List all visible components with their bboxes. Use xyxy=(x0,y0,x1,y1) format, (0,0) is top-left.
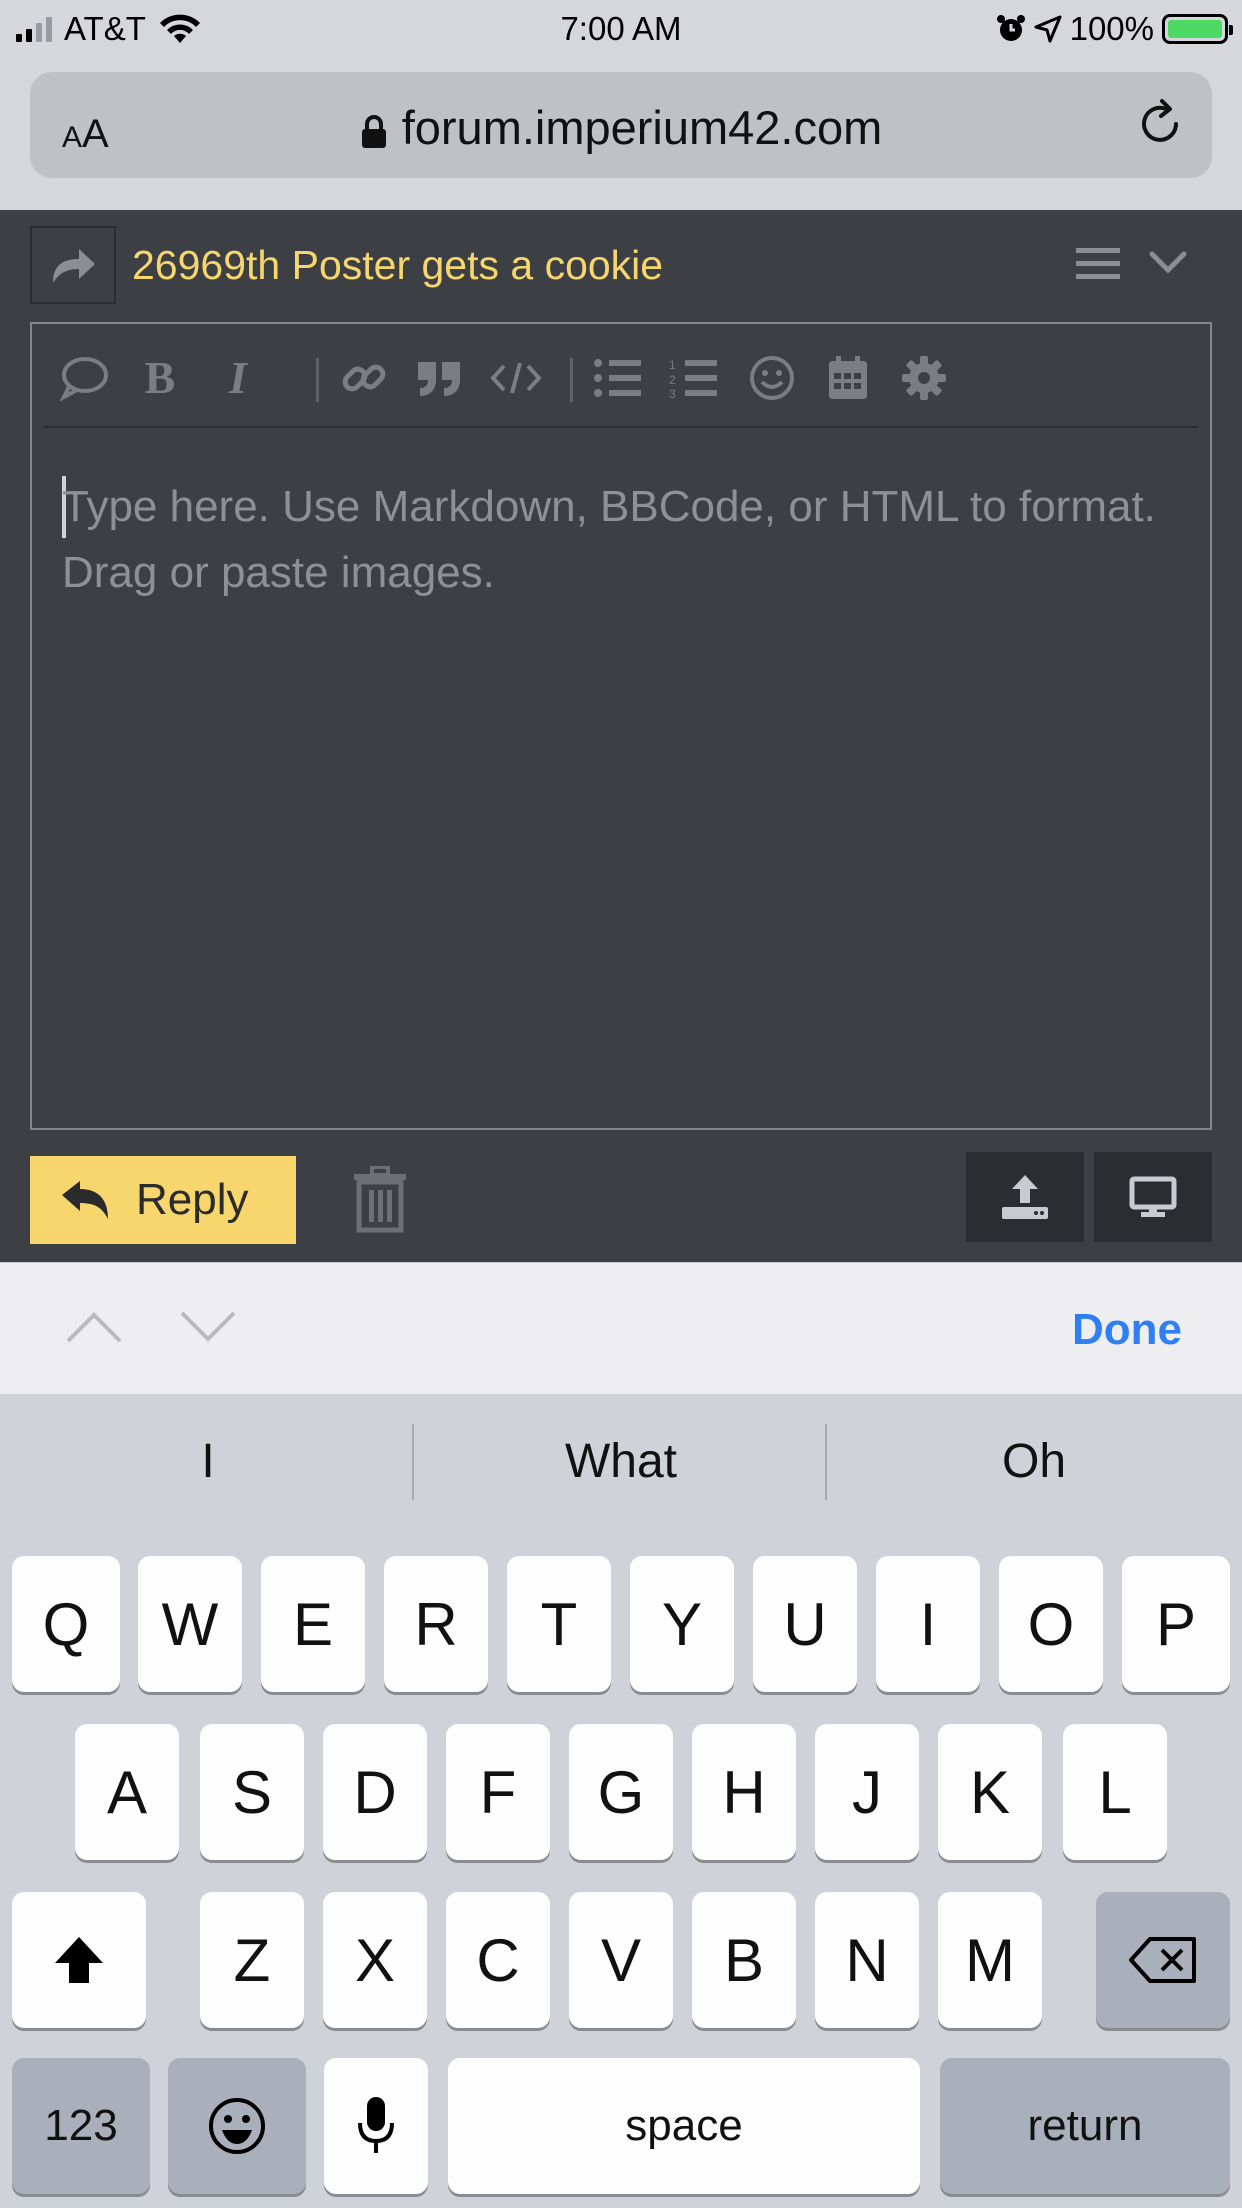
address-bar[interactable]: AA forum.imperium42.com xyxy=(30,72,1212,178)
toolbar-divider xyxy=(316,358,319,402)
suggestion-divider xyxy=(825,1424,827,1500)
editor-toolbar: B I 123 xyxy=(44,324,1198,428)
key[interactable]: O xyxy=(999,1556,1103,1692)
reply-arrow-icon xyxy=(62,1181,108,1219)
share-arrow-icon xyxy=(53,249,95,283)
svg-text:1: 1 xyxy=(669,358,676,372)
code-icon[interactable] xyxy=(490,352,542,404)
reply-button-label: Reply xyxy=(136,1175,249,1224)
url-display[interactable]: forum.imperium42.com xyxy=(30,100,1212,155)
done-button[interactable]: Done xyxy=(1072,1305,1182,1355)
key[interactable]: D xyxy=(323,1724,427,1860)
blockquote-icon[interactable] xyxy=(414,352,466,404)
key[interactable]: Z xyxy=(200,1892,304,2028)
suggestion[interactable]: What xyxy=(421,1434,821,1489)
alarm-icon xyxy=(996,15,1025,41)
key[interactable]: W xyxy=(138,1556,242,1692)
chevron-down-icon[interactable] xyxy=(1148,246,1188,280)
trash-icon[interactable] xyxy=(352,1166,408,1234)
suggestion[interactable]: Oh xyxy=(834,1434,1234,1489)
url-text: forum.imperium42.com xyxy=(401,101,883,154)
chevron-up-icon[interactable] xyxy=(64,1307,124,1347)
numbered-list-icon[interactable]: 123 xyxy=(668,352,720,404)
composer-header: 26969th Poster gets a cookie xyxy=(30,226,1212,306)
quote-bubble-icon[interactable] xyxy=(58,352,110,404)
delete-key[interactable] xyxy=(1096,1892,1230,2028)
desktop-icon xyxy=(1129,1176,1177,1217)
dictation-key[interactable] xyxy=(324,2058,428,2194)
suggestion[interactable]: I xyxy=(8,1434,408,1489)
key[interactable]: A xyxy=(75,1724,179,1860)
key[interactable]: M xyxy=(938,1892,1042,2028)
calendar-icon[interactable] xyxy=(822,352,874,404)
link-icon[interactable] xyxy=(338,352,390,404)
key[interactable]: B xyxy=(692,1892,796,2028)
bullet-list-icon[interactable] xyxy=(592,352,644,404)
key[interactable]: E xyxy=(261,1556,365,1692)
emoji-icon xyxy=(209,2098,265,2154)
key[interactable]: V xyxy=(569,1892,673,2028)
upload-icon xyxy=(1002,1175,1048,1219)
browser-chrome: AA forum.imperium42.com xyxy=(0,60,1242,210)
suggestion-divider xyxy=(412,1424,414,1500)
reply-button[interactable]: Reply xyxy=(30,1156,296,1244)
topic-title[interactable]: 26969th Poster gets a cookie xyxy=(132,242,663,289)
editor-placeholder[interactable]: Type here. Use Markdown, BBCode, or HTML… xyxy=(62,474,1172,606)
shift-icon xyxy=(55,1937,103,1983)
key[interactable]: P xyxy=(1122,1556,1230,1692)
battery-icon xyxy=(1162,14,1233,44)
reload-icon[interactable] xyxy=(1132,96,1188,152)
key[interactable]: F xyxy=(446,1724,550,1860)
toolbar-divider xyxy=(570,358,573,402)
key[interactable]: T xyxy=(507,1556,611,1692)
status-bar: AT&T 7:00 AM 100% xyxy=(0,0,1242,60)
key[interactable]: Y xyxy=(630,1556,734,1692)
key[interactable]: C xyxy=(446,1892,550,2028)
keyboard-accessory-bar: Done xyxy=(0,1262,1242,1394)
predictive-bar: I What Oh xyxy=(0,1394,1242,1534)
emoji-icon[interactable] xyxy=(746,352,798,404)
status-right: 100% xyxy=(996,10,1233,48)
key[interactable]: H xyxy=(692,1724,796,1860)
key[interactable]: J xyxy=(815,1724,919,1860)
key[interactable]: G xyxy=(569,1724,673,1860)
reply-editor[interactable]: B I 123 Type here. Use Markdown, BBCode,… xyxy=(30,322,1212,1130)
emoji-key[interactable] xyxy=(168,2058,306,2194)
gear-icon[interactable] xyxy=(898,352,950,404)
lock-icon xyxy=(361,114,386,148)
battery-percent: 100% xyxy=(1069,10,1154,47)
location-arrow-icon xyxy=(1034,15,1062,43)
key[interactable]: R xyxy=(384,1556,488,1692)
key[interactable]: I xyxy=(876,1556,980,1692)
return-key[interactable]: return xyxy=(940,2058,1230,2194)
italic-icon[interactable]: I xyxy=(212,352,264,404)
space-key[interactable]: space xyxy=(448,2058,920,2194)
key[interactable]: Q xyxy=(12,1556,120,1692)
toggle-preview-button[interactable] xyxy=(1094,1152,1212,1242)
key[interactable]: S xyxy=(200,1724,304,1860)
bold-icon[interactable]: B xyxy=(134,352,186,404)
key[interactable]: K xyxy=(938,1724,1042,1860)
chevron-down-icon[interactable] xyxy=(178,1307,238,1347)
keyboard: I What Oh Q W E R T Y U I O P A S D F G … xyxy=(0,1394,1242,2208)
svg-text:2: 2 xyxy=(669,373,676,387)
numbers-key[interactable]: 123 xyxy=(12,2058,150,2194)
backspace-icon xyxy=(1129,1937,1196,1983)
key[interactable]: U xyxy=(753,1556,857,1692)
key[interactable]: N xyxy=(815,1892,919,2028)
key[interactable]: L xyxy=(1063,1724,1167,1860)
svg-text:3: 3 xyxy=(669,387,676,399)
shift-key[interactable] xyxy=(12,1892,146,2028)
key[interactable]: X xyxy=(323,1892,427,2028)
microphone-icon xyxy=(358,2097,394,2153)
reply-action-button[interactable] xyxy=(30,226,116,304)
menu-icon[interactable] xyxy=(1076,246,1120,282)
upload-button[interactable] xyxy=(966,1152,1084,1242)
